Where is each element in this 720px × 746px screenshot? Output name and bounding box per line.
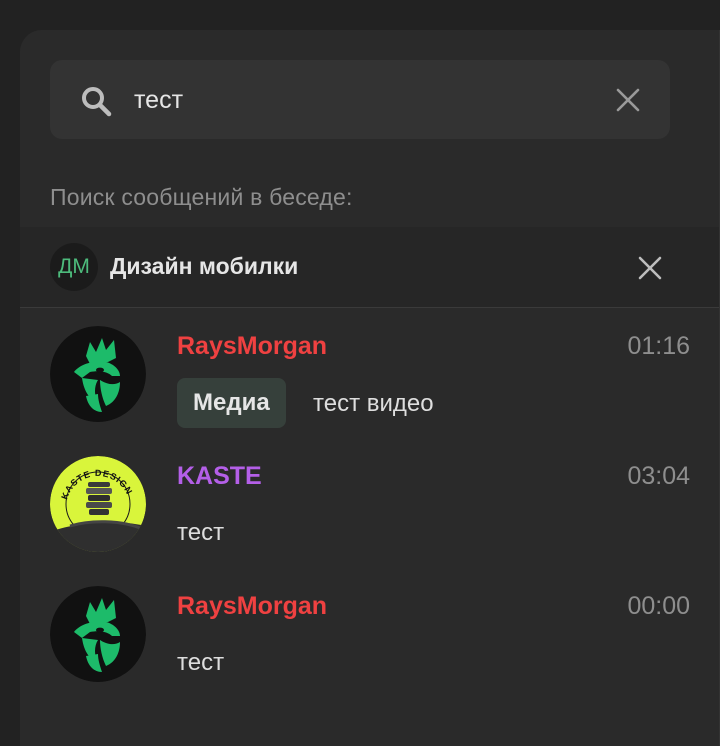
search-result-item[interactable]: KASTE DESIGN KASTE 03:04 тест xyxy=(20,438,720,568)
rooster-logo-icon xyxy=(50,586,146,682)
section-label: Поиск сообщений в беседе: xyxy=(50,184,353,210)
message-author: RaysMorgan xyxy=(177,592,328,620)
clear-search-icon[interactable] xyxy=(614,86,642,114)
rooster-avatar xyxy=(50,586,146,682)
close-chat-filter-icon[interactable] xyxy=(636,254,664,282)
message-author: RaysMorgan xyxy=(177,332,328,360)
search-result-item[interactable]: RaysMorgan 00:00 тест xyxy=(20,568,720,698)
rooster-logo-icon xyxy=(50,326,146,422)
rooster-avatar xyxy=(50,326,146,422)
message-time: 00:00 xyxy=(627,592,690,620)
kaste-design-logo-icon: KASTE DESIGN xyxy=(50,456,146,552)
message-text: тест xyxy=(177,519,225,546)
message-time: 03:04 xyxy=(627,462,690,490)
search-panel: Поиск сообщений в беседе: ДМ Дизайн моби… xyxy=(20,30,720,746)
chat-avatar: ДМ xyxy=(50,243,98,291)
media-badge: Медиа xyxy=(177,378,286,428)
message-text: тест xyxy=(177,649,225,676)
message-text: тест видео xyxy=(313,390,434,417)
search-result-item[interactable]: RaysMorgan 01:16 Медиа тест видео xyxy=(20,308,720,438)
chat-title: Дизайн мобилки xyxy=(110,253,299,279)
kaste-avatar: KASTE DESIGN xyxy=(50,456,146,552)
search-area xyxy=(20,30,720,170)
chat-filter-header: ДМ Дизайн мобилки xyxy=(20,227,720,308)
search-box[interactable] xyxy=(50,60,670,139)
message-author: KASTE xyxy=(177,462,262,490)
message-time: 01:16 xyxy=(627,332,690,360)
search-icon xyxy=(82,87,112,117)
search-input[interactable] xyxy=(134,78,594,122)
